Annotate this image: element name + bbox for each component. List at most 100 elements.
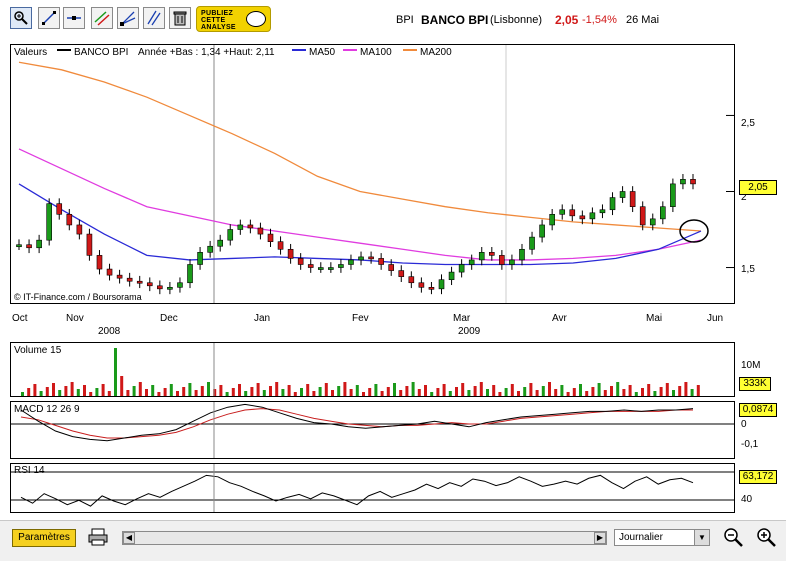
candle-body [569,209,576,217]
volume-bar [120,376,124,396]
header-price: 2,05 [555,13,579,27]
time-scrollbar[interactable]: ◀ ▶ [122,531,607,545]
volume-bar [256,383,260,396]
year-label: 2008 [98,326,121,337]
candle-body [26,244,32,249]
ad-line-1: PUBLIEZ [201,10,234,17]
volume-bar [324,383,328,396]
price-chart[interactable] [10,44,735,304]
legend-ma50: MA50 [309,47,336,58]
volume-bar [39,391,43,396]
volume-bar [27,388,31,396]
legend-swatch-black [57,46,71,57]
volume-bar [52,383,55,396]
parallel-tool-icon[interactable] [143,7,165,29]
volume-bar [355,385,359,396]
candle-body [46,203,52,241]
volume-bar [83,385,86,396]
candle-body [227,229,234,241]
legend-swatch-ma100 [343,46,357,57]
zoom-tool-icon[interactable] [10,7,32,29]
volume-bar [498,392,502,396]
candle-body [670,183,676,208]
volume-bar [572,388,576,396]
volume-bar [244,391,248,396]
volume-bar [461,383,465,396]
volume-bar [157,392,161,396]
volume-bar [200,386,204,396]
volume-bar [585,391,589,396]
candle-body [167,287,173,290]
candle-body [529,236,535,250]
period-select[interactable]: Journalier ▼ [614,529,710,546]
macd-panel[interactable] [10,401,735,459]
candle-body [126,277,133,282]
price-chart-canvas [16,45,734,303]
publish-analysis-button[interactable]: PUBLIEZ CETTE ANALYSE [196,6,271,32]
price-tick-2-5: 2,5 [741,118,755,129]
volume-bar [436,388,440,396]
volume-bar [362,392,365,396]
bottom-bar: Paramètres ◀ ▶ Journalier ▼ [0,520,786,561]
toolbar: PUBLIEZ CETTE ANALYSE BPI BANCO BPI (Lis… [0,0,786,38]
volume-bar [696,385,700,396]
volume-bar [331,390,334,396]
candle-body [579,215,586,220]
volume-bar [219,385,223,396]
zoom-out-icon[interactable] [722,526,744,548]
volume-bar [349,389,353,396]
volume-bar [591,387,595,396]
volume-bar [21,392,24,396]
candle-body [116,274,123,279]
volume-bar [523,387,527,396]
candle-body [489,252,495,256]
trendline-tool-icon[interactable] [38,7,60,29]
candle-body [146,282,153,287]
volume-bar [306,384,310,396]
candle-body [96,255,103,270]
volume-bar [70,382,74,396]
year-label: 2009 [458,326,481,337]
candle-body [157,285,163,290]
scroll-left-icon[interactable]: ◀ [123,532,135,544]
legend-series-name: BANCO BPI [74,47,129,58]
volume-bar [424,385,427,396]
volume-bar [541,386,545,396]
zoom-in-icon[interactable] [755,526,777,548]
channel-tool-icon[interactable] [91,7,113,29]
trash-icon[interactable] [169,7,191,29]
rsi-panel[interactable] [10,463,735,513]
horizontal-line-tool-icon[interactable] [63,7,85,29]
volume-bar [647,384,651,396]
candle-body [690,179,696,185]
candle-body [609,197,616,211]
volume-bar [250,387,254,396]
volume-bar [603,390,607,396]
volume-bar [554,389,558,396]
volume-bar [169,384,173,396]
print-icon[interactable] [88,528,110,550]
header-change: -1,54% [582,14,617,26]
volume-bar [548,382,551,396]
volume-bar [665,383,669,396]
rsi-line [20,474,694,507]
scroll-right-icon[interactable]: ▶ [594,532,606,544]
volume-bar [188,383,192,396]
month-label: Fev [352,313,369,324]
candle-body [317,267,324,270]
credit-text: © IT-Finance.com / Boursorama [14,292,142,302]
fan-tool-icon[interactable] [117,7,139,29]
volume-canvas [21,343,700,396]
volume-panel[interactable] [10,342,735,397]
candle-body [549,214,555,226]
volume-bar [628,385,632,396]
volume-bar [479,382,483,396]
chevron-down-icon[interactable]: ▼ [694,530,709,545]
candle-body [629,191,636,208]
volume-bar [510,384,514,396]
parametres-button[interactable]: Paramètres [12,529,76,547]
macd-label: MACD 12 26 9 [14,404,80,415]
volume-bar [318,387,322,396]
candle-body [348,259,354,265]
candle-body [187,264,193,284]
